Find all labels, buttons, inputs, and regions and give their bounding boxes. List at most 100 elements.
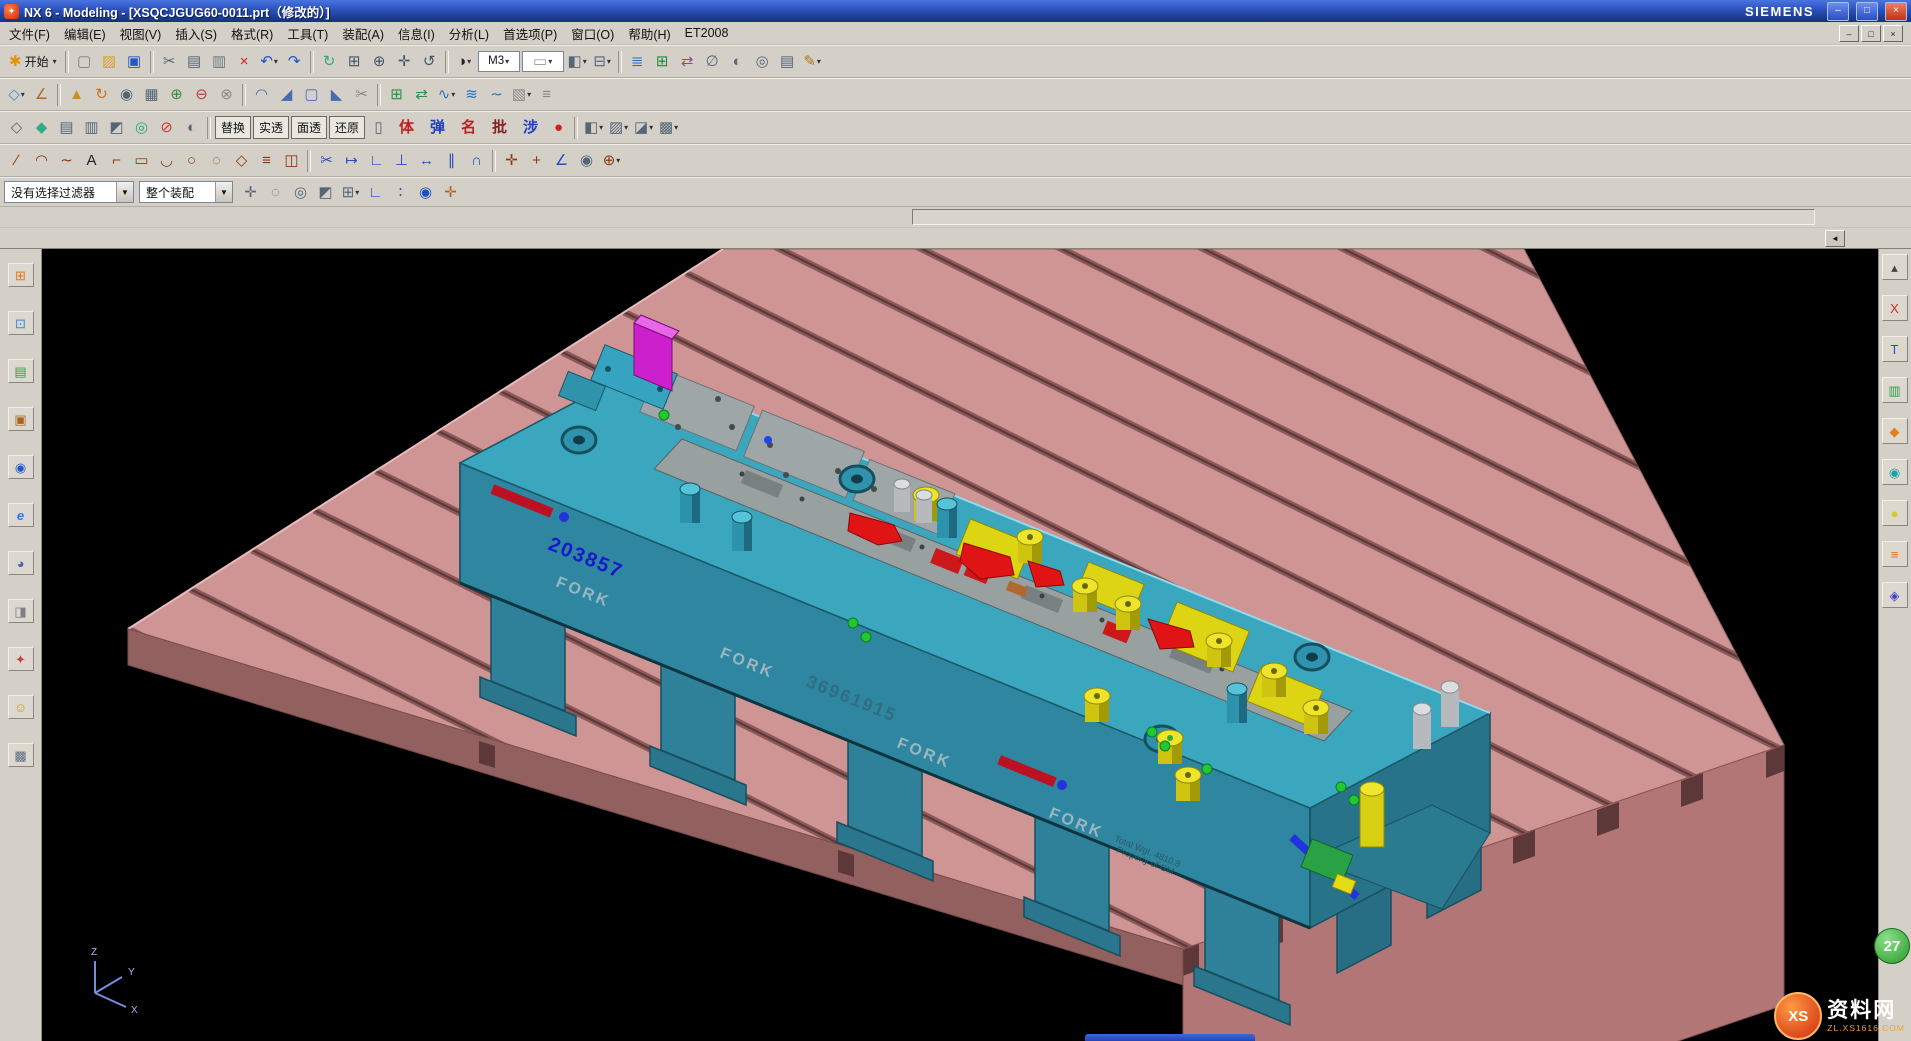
assembly-navigator-icon[interactable]: ⊞ — [8, 263, 34, 287]
shaded-display-button[interactable]: ◑ — [453, 50, 476, 73]
selection-scope-combo[interactable]: 整个装配 ▼ — [139, 181, 233, 203]
reuse-library-icon[interactable]: ▣ — [8, 407, 34, 431]
minimize-button[interactable]: – — [1827, 2, 1849, 21]
body-macro-button[interactable]: 体 — [392, 116, 421, 139]
menu-window[interactable]: 窗口(O) — [564, 22, 621, 45]
hd3d-tools-icon[interactable]: ◉ — [8, 455, 34, 479]
replace-refset-button[interactable]: 替换 — [215, 116, 251, 139]
redo-button[interactable]: ↷ — [283, 50, 306, 73]
offset-curve-button[interactable]: ≡ — [255, 149, 278, 172]
delete-button[interactable]: × — [233, 50, 256, 73]
through-curves-button[interactable]: ≋ — [460, 83, 483, 106]
ellipse-button[interactable]: ◌ — [205, 149, 228, 172]
menu-analysis[interactable]: 分析(L) — [442, 22, 496, 45]
pattern-feature-button[interactable]: ▦ — [140, 83, 163, 106]
refresh-view-button[interactable]: ↻ — [318, 50, 341, 73]
parallel-constraint-button[interactable]: ∥ — [440, 149, 463, 172]
wireframe-display-button[interactable]: ◇ — [5, 116, 28, 139]
intersection-point-button[interactable]: + — [525, 149, 548, 172]
point-button[interactable]: ✛ — [500, 149, 523, 172]
bulb-tool-icon[interactable]: ● — [1882, 500, 1908, 526]
ruler-button[interactable]: ▯ — [367, 116, 390, 139]
datum-csys-button[interactable]: ⊕ — [600, 149, 623, 172]
dimensions-button[interactable]: ↔ — [415, 149, 438, 172]
menu-help[interactable]: 帮助(H) — [621, 22, 677, 45]
quick-extend-button[interactable]: ↦ — [340, 149, 363, 172]
menu-et2008[interactable]: ET2008 — [678, 24, 736, 42]
solid-translucency-button[interactable]: 实透 — [253, 116, 289, 139]
shell-button[interactable]: ▢ — [300, 83, 323, 106]
system-scenes-icon[interactable]: ▩ — [8, 743, 34, 767]
view-layout-selector[interactable]: M3 — [478, 51, 520, 72]
doc-close-button[interactable]: × — [1883, 25, 1903, 42]
fit-view-button[interactable]: ⊞ — [343, 50, 366, 73]
rotate-view-button[interactable]: ↺ — [418, 50, 441, 73]
pan-button[interactable]: ✛ — [393, 50, 416, 73]
section-tool-icon[interactable]: ▥ — [1882, 377, 1908, 403]
snap-settings-button[interactable]: ◉ — [575, 149, 598, 172]
edit-annotation-button[interactable]: ✎ — [801, 50, 824, 73]
sketch-button[interactable]: ∠ — [30, 83, 53, 106]
spline-button[interactable]: ∼ — [55, 149, 78, 172]
doc-restore-button[interactable]: □ — [1861, 25, 1881, 42]
bars-tool-icon[interactable]: ≡ — [1882, 541, 1908, 567]
top-selection-button[interactable]: ◩ — [314, 181, 337, 204]
extrude-button[interactable]: ▲ — [65, 83, 88, 106]
show-object-button[interactable]: ◎ — [130, 116, 153, 139]
text-curve-button[interactable]: A — [80, 149, 103, 172]
menu-assemblies[interactable]: 装配(A) — [335, 22, 391, 45]
display-option-3-button[interactable]: ◪ — [632, 116, 655, 139]
angle-dimension-button[interactable]: ∠ — [550, 149, 573, 172]
display-option-1-button[interactable]: ◧ — [582, 116, 605, 139]
notification-badge[interactable]: 27 — [1874, 928, 1910, 964]
internet-explorer-icon[interactable]: e — [8, 503, 34, 527]
doc-minimize-button[interactable]: – — [1839, 25, 1859, 42]
tangent-constraint-button[interactable]: ∩ — [465, 149, 488, 172]
spring-macro-button[interactable]: 弹 — [423, 116, 452, 139]
snap-point-button[interactable]: ⊞ — [339, 181, 362, 204]
assembly-constraints-2-button[interactable]: ⊞ — [385, 83, 408, 106]
rectangle-button[interactable]: ▭ — [130, 149, 153, 172]
batch-macro-button[interactable]: 批 — [485, 116, 514, 139]
shaded-view-button[interactable]: ◆ — [30, 116, 53, 139]
spheres-tool-icon[interactable]: ◉ — [1882, 459, 1908, 485]
offset-surface-button[interactable]: ≡ — [535, 83, 558, 106]
chamfer-button[interactable]: ◢ — [275, 83, 298, 106]
arc-button[interactable]: ◠ — [30, 149, 53, 172]
polygon-button[interactable]: ◇ — [230, 149, 253, 172]
line-button[interactable]: ∕ — [5, 149, 28, 172]
red-sphere-button[interactable]: ● — [547, 116, 570, 139]
highlight-hidden-button[interactable]: ◎ — [289, 181, 312, 204]
menu-tools[interactable]: 工具(T) — [280, 22, 335, 45]
menu-view[interactable]: 视图(V) — [113, 22, 169, 45]
roles-icon[interactable]: ☺ — [8, 695, 34, 719]
cut-button[interactable]: ✂ — [158, 50, 181, 73]
layer-settings-button[interactable]: ▤ — [776, 50, 799, 73]
revolve-button[interactable]: ↻ — [90, 83, 113, 106]
edit-object-display-button[interactable]: ◐ — [726, 50, 749, 73]
name-macro-button[interactable]: 名 — [454, 116, 483, 139]
select-lasso-button[interactable]: ◌ — [264, 181, 287, 204]
mirror-curve-button[interactable]: ◫ — [280, 149, 303, 172]
info-tool-icon[interactable]: ◈ — [1882, 582, 1908, 608]
clip-section-button[interactable]: ⊟ — [591, 50, 614, 73]
save-button[interactable]: ▣ — [123, 50, 146, 73]
assembly-constraints-button[interactable]: ⊞ — [651, 50, 674, 73]
swept-button[interactable]: ∼ — [485, 83, 508, 106]
wcs-dynamics-button[interactable]: ✛ — [439, 181, 462, 204]
copy-button[interactable]: ▤ — [183, 50, 206, 73]
menu-insert[interactable]: 插入(S) — [168, 22, 224, 45]
sketch-constraints-button[interactable]: ⊥ — [390, 149, 413, 172]
part-navigator-icon[interactable]: ▤ — [8, 359, 34, 383]
maximize-button[interactable]: □ — [1856, 2, 1878, 21]
graphics-window[interactable]: 203857 FORK FORK 36961915 FORK FORK Tota… — [42, 249, 1878, 1041]
menu-edit[interactable]: 编辑(E) — [57, 22, 113, 45]
intersect-button[interactable]: ⊗ — [215, 83, 238, 106]
hide-object-button[interactable]: ⊘ — [155, 116, 178, 139]
measure-tool-icon[interactable]: ◆ — [1882, 418, 1908, 444]
circle-button[interactable]: ○ — [180, 149, 203, 172]
draft-button[interactable]: ◣ — [325, 83, 348, 106]
move-component-2-button[interactable]: ⇄ — [410, 83, 433, 106]
system-materials-icon[interactable]: ◨ — [8, 599, 34, 623]
snap-end-point-button[interactable]: ∟ — [364, 181, 387, 204]
